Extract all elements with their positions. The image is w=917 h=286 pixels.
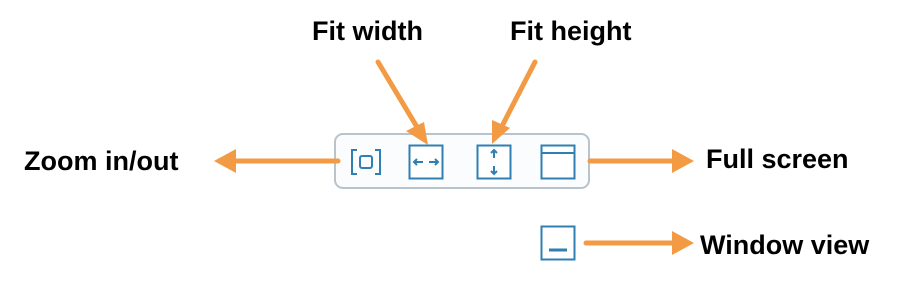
fit-height-button[interactable] [476,144,512,180]
fit-height-label: Fit height [510,16,632,46]
window-minimize-icon [540,225,576,261]
full-screen-button[interactable] [540,144,576,180]
window-view-button[interactable] [540,225,576,261]
fit-height-arrow [497,59,538,133]
full-screen-window-icon [540,144,576,180]
horizontal-arrows-icon [408,144,444,180]
zoom-frame-icon [351,149,381,175]
full-screen-arrowhead [672,149,694,173]
zoom-arrowhead [214,149,236,173]
fit-width-arrow [375,59,423,135]
zoom-label: Zoom in/out [24,146,179,176]
fit-width-label: Fit width [312,16,423,46]
fit-width-button[interactable] [408,144,444,180]
window-view-arrowhead [672,231,694,255]
zoom-button[interactable] [348,144,384,180]
window-view-label: Window view [700,230,870,260]
full-screen-label: Full screen [706,144,849,174]
vertical-arrows-icon [476,144,512,180]
